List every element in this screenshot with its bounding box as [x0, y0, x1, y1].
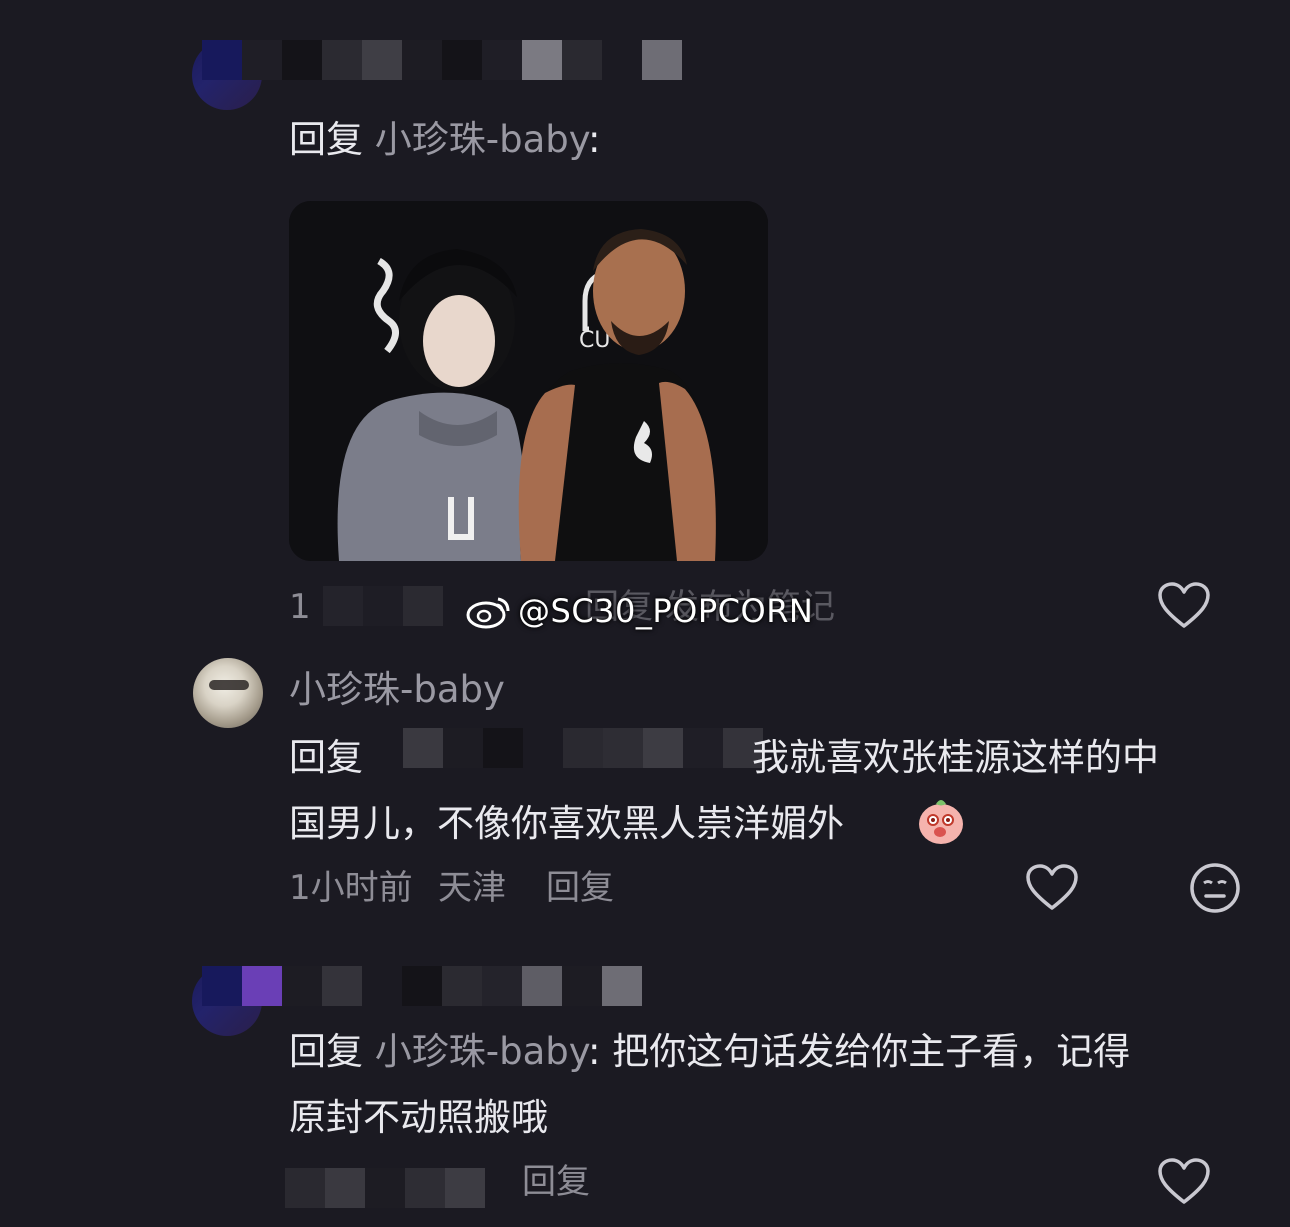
comment-photo[interactable]: CU	[289, 201, 768, 561]
heart-outline-icon[interactable]	[1158, 582, 1210, 630]
neutral-face-icon[interactable]	[1189, 862, 1241, 914]
avatar-glasses	[209, 680, 249, 690]
censored-username	[202, 40, 682, 80]
censored-time	[285, 1168, 485, 1208]
censored-username	[202, 966, 642, 1006]
watermark-text: @SC30_POPCORN	[518, 592, 814, 630]
body-text: : 把你这句话发给你主子看，记得	[587, 1030, 1131, 1073]
heart-outline-icon[interactable]	[1158, 1158, 1210, 1206]
reply-to-username[interactable]: 小珍珠-baby	[375, 1030, 588, 1073]
photo-two-people: CU	[289, 201, 768, 561]
comment-2-body-2: 国男儿，不像你喜欢黑人崇洋媚外	[289, 800, 844, 848]
comment-3-line-1: 回复 小珍珠-baby: 把你这句话发给你主子看，记得	[289, 1028, 1130, 1076]
comment-1-time: 1	[289, 587, 311, 627]
reply-prefix: 回复	[289, 1030, 363, 1073]
body-text: 国男儿，不像你喜欢黑人崇洋媚外	[289, 802, 844, 845]
avatar[interactable]	[193, 658, 263, 728]
weibo-logo-icon	[466, 597, 510, 629]
reply-to-username[interactable]: 小珍珠-baby	[375, 118, 588, 161]
reply-prefix: 回复	[289, 736, 363, 779]
heart-outline-icon[interactable]	[1026, 864, 1078, 912]
comment-2-location: 天津	[438, 868, 506, 908]
reply-button[interactable]: 回复	[546, 866, 614, 910]
peach-emoji-icon	[919, 800, 963, 844]
reply-button[interactable]: 回复	[522, 1160, 590, 1204]
comment-2-time: 1小时前	[289, 868, 413, 908]
comment-3-body-2: 原封不动照搬哦	[289, 1096, 548, 1139]
censored-reply-target	[403, 728, 763, 768]
comment-2-body-1: 我就喜欢张桂源这样的中	[752, 736, 1159, 779]
username[interactable]: 小珍珠-baby	[289, 666, 505, 714]
comment-2-line-1: 回复	[289, 734, 363, 782]
watermark: @SC30_POPCORN	[466, 592, 813, 630]
comment-1-text: 回复 小珍珠-baby:	[289, 116, 600, 164]
reply-prefix: 回复	[289, 118, 363, 161]
colon: :	[587, 118, 601, 161]
